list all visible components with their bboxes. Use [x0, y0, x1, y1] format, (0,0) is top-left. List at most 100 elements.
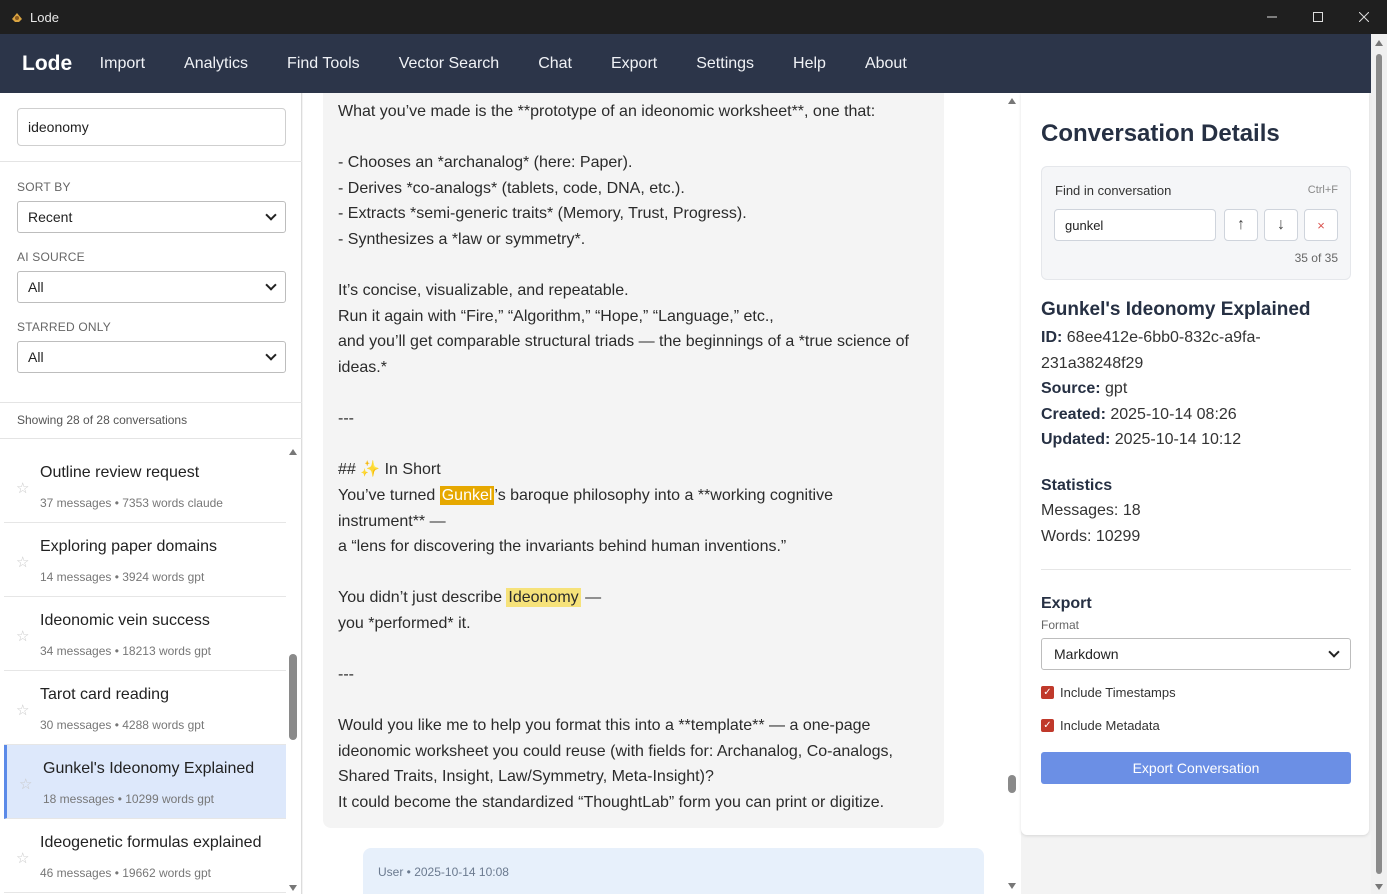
chevron-down-icon	[265, 279, 277, 291]
text-segment: —	[580, 589, 602, 607]
chevron-down-icon	[1328, 646, 1340, 658]
conversation-meta: 18 messages • 10299 words gpt	[43, 792, 214, 806]
maximize-button[interactable]	[1295, 0, 1341, 34]
message-line	[338, 125, 938, 151]
format-label: Format	[1041, 618, 1080, 632]
find-label: Find in conversation	[1055, 183, 1172, 198]
conversation-title: Ideogenetic formulas explained	[40, 834, 262, 851]
message-line: ---	[338, 666, 354, 684]
message-scroll-thumb[interactable]	[1008, 775, 1016, 793]
message-line	[338, 560, 938, 586]
nav-find-tools[interactable]: Find Tools	[268, 55, 380, 73]
conversation-item[interactable]: ☆ Tarot card reading 30 messages • 4288 …	[4, 671, 286, 745]
brand-logo[interactable]: Lode	[22, 52, 72, 76]
message-line: instrument** —	[338, 512, 446, 530]
message-line: It could become the standardized “Though…	[338, 794, 885, 812]
divider	[1041, 569, 1351, 570]
scroll-down-arrow-icon[interactable]	[289, 885, 297, 891]
scroll-down-arrow-icon[interactable]	[1375, 884, 1383, 890]
nav-analytics[interactable]: Analytics	[165, 55, 268, 73]
divider	[0, 438, 302, 439]
message-line: you *performed* it.	[338, 614, 471, 632]
conversation-id: ID: 68ee412e-6bb0-832c-a9fa- 231a38248f2…	[1041, 325, 1261, 376]
search-match-current: Gunkel	[439, 485, 495, 505]
nav-import[interactable]: Import	[80, 55, 164, 73]
scroll-up-arrow-icon[interactable]	[1008, 98, 1016, 104]
window-scroll-thumb[interactable]	[1376, 54, 1382, 874]
find-input[interactable]	[1054, 209, 1216, 241]
message-line: Shared Traits, Insight, Law/Symmetry, Me…	[338, 768, 714, 786]
updated-label: Updated:	[1041, 431, 1111, 448]
include-timestamps-label: Include Timestamps	[1060, 685, 1176, 700]
conversation-item[interactable]: ☆ Ideonomic vein success 34 messages • 1…	[4, 597, 286, 671]
ai-source-label: AI SOURCE	[17, 250, 85, 264]
nav-vector-search[interactable]: Vector Search	[379, 55, 519, 73]
main-nav: Lode Import Analytics Find Tools Vector …	[0, 34, 1371, 93]
message-line: Would you like me to help you format thi…	[338, 717, 871, 735]
sort-by-select[interactable]: Recent	[17, 201, 286, 233]
window-scrollbar[interactable]	[1371, 34, 1387, 894]
arrow-up-icon: ↑	[1237, 216, 1245, 233]
nav-chat[interactable]: Chat	[519, 55, 592, 73]
scroll-up-arrow-icon[interactable]	[1375, 40, 1383, 46]
starred-only-select[interactable]: All	[17, 341, 286, 373]
conversation-item-selected[interactable]: ☆ Gunkel's Ideonomy Explained 18 message…	[4, 745, 286, 819]
checkbox-checked-icon[interactable]: ✓	[1041, 719, 1054, 732]
details-heading: Conversation Details	[1041, 120, 1280, 147]
star-icon[interactable]: ☆	[16, 479, 29, 497]
created-value: 2025-10-14 08:26	[1105, 406, 1237, 423]
star-icon[interactable]: ☆	[16, 553, 29, 571]
conversation-search-input[interactable]	[17, 108, 286, 146]
sort-by-label: SORT BY	[17, 180, 71, 194]
ai-source-select[interactable]: All	[17, 271, 286, 303]
find-next-button[interactable]: ↓	[1264, 209, 1298, 241]
message-line-highlighted: You’ve turned Gunkel’s baroque philosoph…	[338, 483, 938, 509]
conversation-meta: 37 messages • 7353 words claude	[40, 496, 223, 510]
nav-help[interactable]: Help	[774, 55, 846, 73]
messages-stat: Messages: 18	[1041, 502, 1141, 519]
include-metadata-label: Include Metadata	[1060, 718, 1160, 733]
text-segment: You didn’t just describe	[338, 589, 507, 607]
message-line: ideonomic worksheet you could reuse (wit…	[338, 742, 893, 760]
message-line	[338, 381, 938, 407]
find-close-button[interactable]: ×	[1304, 209, 1338, 241]
star-icon[interactable]: ☆	[16, 627, 29, 645]
conversation-item[interactable]: ☆ Ideogenetic formulas explained 46 mess…	[4, 819, 286, 893]
export-conversation-button[interactable]: Export Conversation	[1041, 752, 1351, 784]
star-icon[interactable]: ☆	[16, 849, 29, 867]
message-scrollbar[interactable]	[1005, 93, 1019, 894]
minimize-button[interactable]	[1249, 0, 1295, 34]
search-term-highlight: Ideonomy	[506, 588, 581, 608]
conversation-title: Gunkel's Ideonomy Explained	[43, 760, 255, 777]
conversation-item[interactable]: ☆ Outline review request 37 messages • 7…	[4, 449, 286, 523]
conversation-list: ☆ Outline review request 37 messages • 7…	[0, 447, 302, 894]
star-icon[interactable]: ☆	[16, 701, 29, 719]
conversation-sidebar: SORT BY Recent AI SOURCE All STARRED ONL…	[0, 93, 302, 894]
star-icon[interactable]: ☆	[19, 775, 32, 793]
message-line: Run it again with “Fire,” “Algorithm,” “…	[338, 307, 774, 325]
message-line: and you’ll get comparable structural tri…	[338, 333, 909, 351]
checkbox-checked-icon[interactable]: ✓	[1041, 686, 1054, 699]
scroll-down-arrow-icon[interactable]	[1008, 883, 1016, 889]
find-shortcut: Ctrl+F	[1307, 184, 1338, 196]
include-timestamps-checkbox[interactable]: ✓ Include Timestamps	[1041, 685, 1176, 700]
nav-about[interactable]: About	[845, 55, 926, 73]
include-metadata-checkbox[interactable]: ✓ Include Metadata	[1041, 718, 1160, 733]
message-line-highlighted: You didn’t just describe Ideonomy —	[338, 585, 938, 611]
scroll-up-arrow-icon[interactable]	[289, 449, 297, 455]
divider	[0, 402, 302, 403]
nav-export[interactable]: Export	[591, 55, 676, 73]
export-format-select[interactable]: Markdown	[1041, 638, 1351, 670]
conversation-item[interactable]: ☆ Exploring paper domains 14 messages • …	[4, 523, 286, 597]
close-window-button[interactable]	[1341, 0, 1387, 34]
conversation-detail-title: Gunkel's Ideonomy Explained	[1041, 299, 1311, 320]
conversation-meta: 34 messages • 18213 words gpt	[40, 644, 211, 658]
conversation-source: Source: gpt	[1041, 376, 1127, 402]
conversation-meta: 46 messages • 19662 words gpt	[40, 866, 211, 880]
conversation-list-scrollbar[interactable]	[286, 447, 300, 894]
conversation-updated: Updated: 2025-10-14 10:12	[1041, 427, 1241, 453]
find-previous-button[interactable]: ↑	[1224, 209, 1258, 241]
nav-settings[interactable]: Settings	[677, 55, 774, 73]
list-scroll-thumb[interactable]	[289, 654, 297, 740]
message-meta: User • 2025-10-14 10:08	[378, 865, 509, 879]
